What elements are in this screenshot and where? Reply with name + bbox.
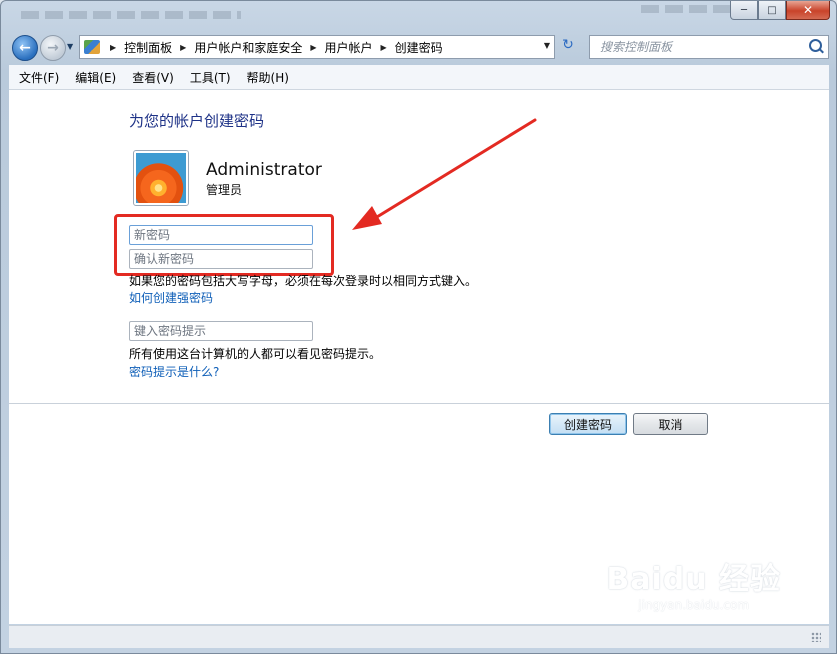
annotation-arrow-icon bbox=[352, 118, 537, 230]
